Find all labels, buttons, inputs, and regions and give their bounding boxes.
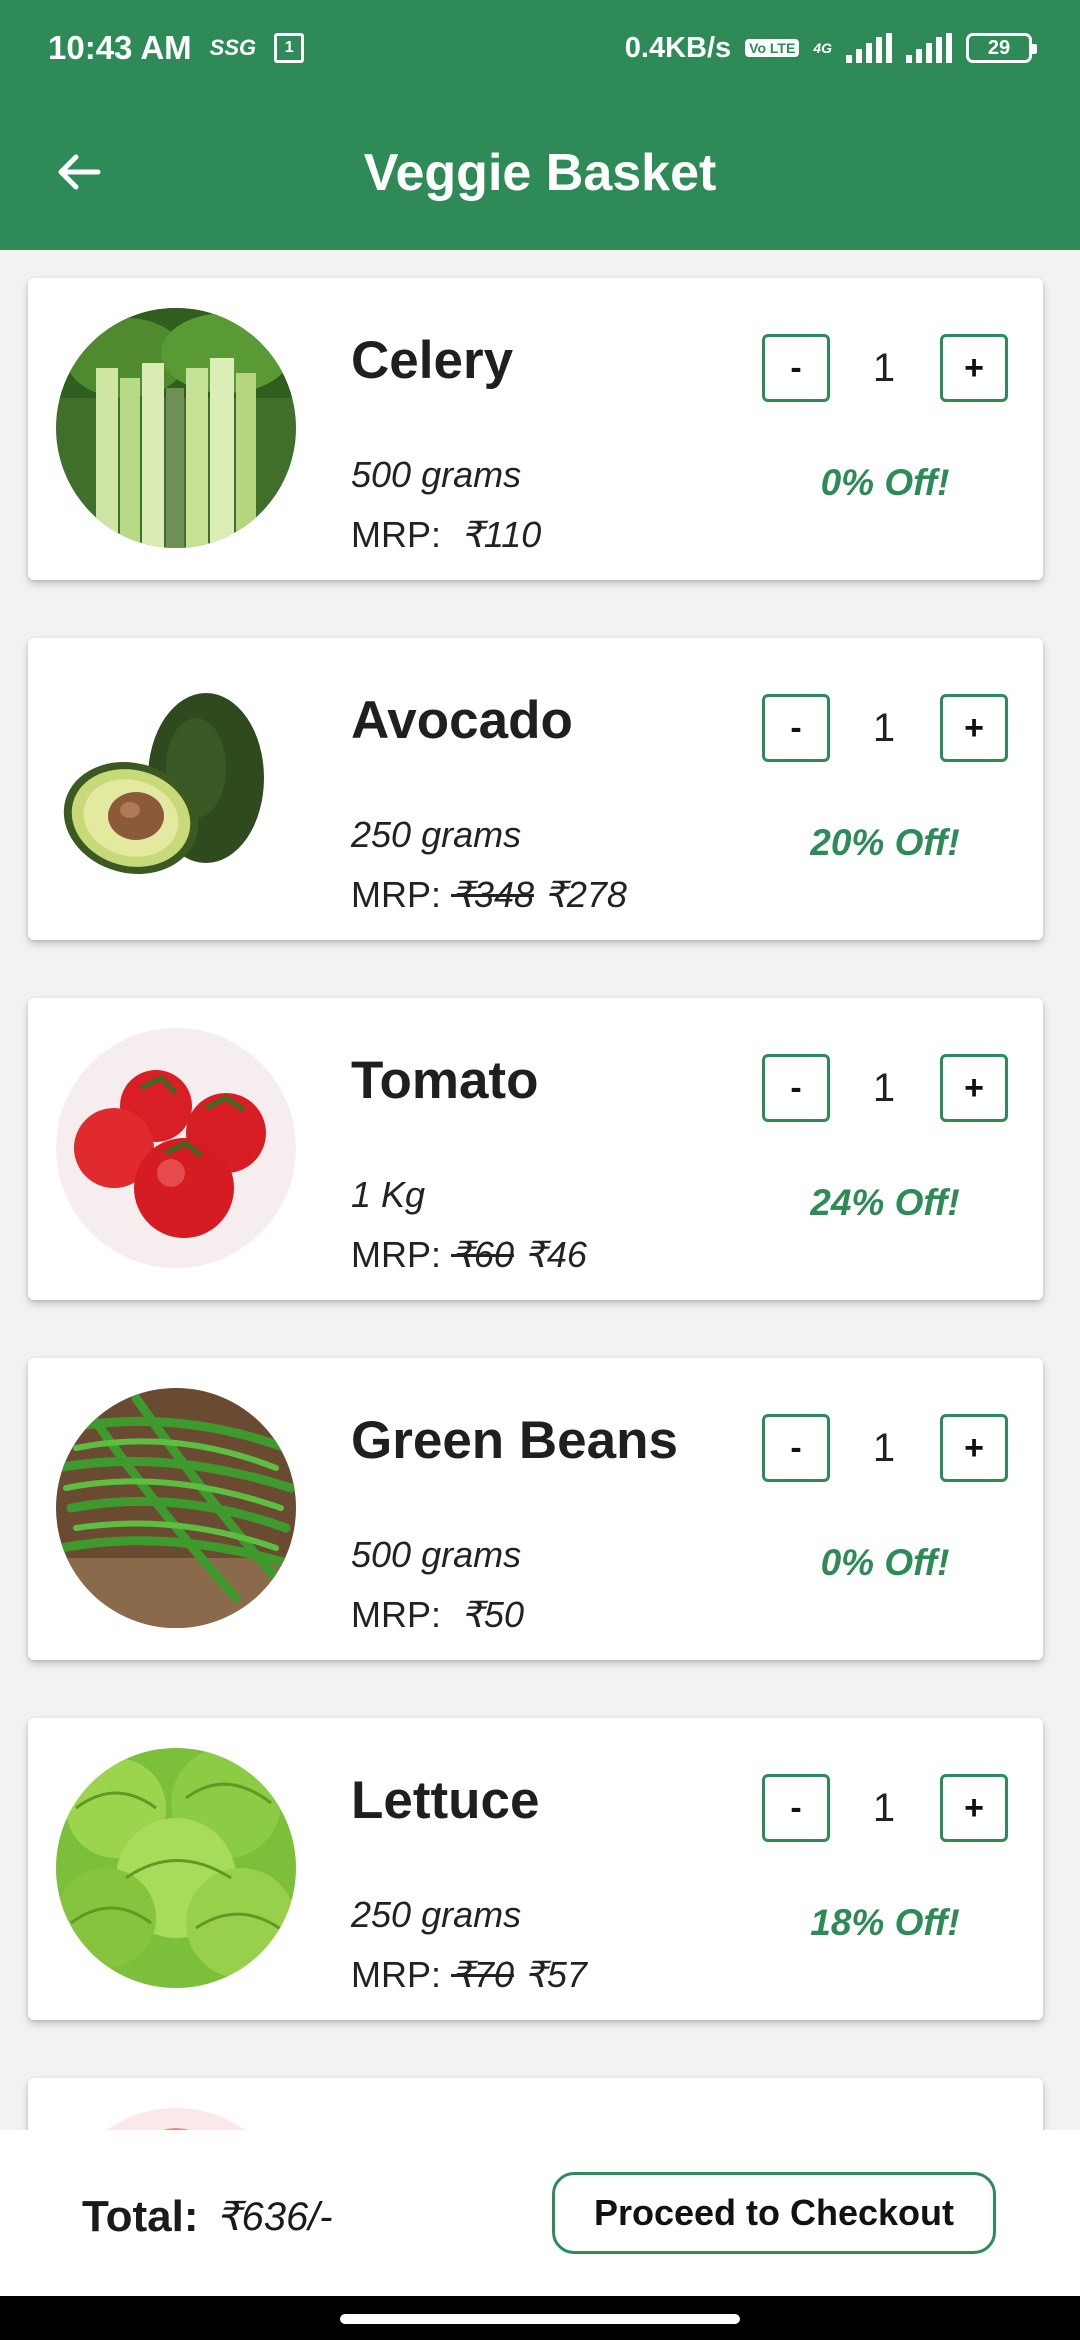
current-price: ₹50 bbox=[461, 1594, 524, 1635]
product-mrp: MRP: ₹348 ₹278 bbox=[351, 874, 627, 916]
current-price: ₹46 bbox=[523, 1234, 587, 1275]
decrease-quantity-button[interactable]: - bbox=[762, 1774, 830, 1842]
increase-quantity-button[interactable]: + bbox=[940, 334, 1008, 402]
increase-quantity-button[interactable]: + bbox=[940, 1414, 1008, 1482]
product-weight: 250 grams bbox=[351, 1894, 522, 1935]
current-price: ₹278 bbox=[543, 874, 627, 915]
quantity-value: 1 bbox=[872, 1786, 896, 1830]
product-mrp: MRP: ₹70 ₹57 bbox=[351, 1954, 587, 1996]
product-name: Green Beans bbox=[351, 1411, 678, 1470]
discount-label: 18% Off! bbox=[810, 1902, 960, 1943]
increase-quantity-button[interactable]: + bbox=[940, 1054, 1008, 1122]
mrp-label: MRP: bbox=[351, 1594, 452, 1635]
quantity-value: 1 bbox=[872, 346, 896, 390]
increase-quantity-button[interactable]: + bbox=[940, 1774, 1008, 1842]
discount-label: 0% Off! bbox=[820, 462, 950, 503]
decrease-quantity-button[interactable]: - bbox=[762, 1414, 830, 1482]
checkout-bar: Total: ₹636/- Proceed to Checkout bbox=[0, 2130, 1080, 2296]
notification-icon: 1 bbox=[274, 33, 305, 63]
quantity-value: 1 bbox=[872, 1066, 896, 1110]
page-title: Veggie Basket bbox=[363, 144, 717, 202]
product-name: Avocado bbox=[351, 691, 573, 750]
discount-label: 24% Off! bbox=[810, 1182, 960, 1223]
product-name: Celery bbox=[351, 331, 514, 390]
old-price: ₹348 bbox=[451, 874, 534, 915]
discount-label: 0% Off! bbox=[820, 1542, 950, 1583]
home-gesture-handle[interactable] bbox=[340, 2314, 740, 2324]
product-name: Lettuce bbox=[351, 1771, 540, 1830]
green-beans-image bbox=[56, 1388, 296, 1628]
status-bar: 10:43 AM SSG 1 0.4KB/s Vo LTE 4G 29 bbox=[0, 0, 1080, 96]
quantity-value: 1 bbox=[872, 1426, 896, 1470]
total-label: Total: bbox=[82, 2192, 199, 2241]
carrier-tag: SSG bbox=[209, 35, 257, 60]
back-button[interactable] bbox=[52, 146, 104, 198]
mrp-label: MRP: bbox=[351, 874, 452, 915]
decrease-quantity-button[interactable]: - bbox=[762, 1054, 830, 1122]
product-weight: 500 grams bbox=[351, 1534, 522, 1575]
celery-image bbox=[56, 308, 296, 548]
discount-label: 20% Off! bbox=[810, 822, 960, 863]
product-card: Avocado 250 grams MRP: ₹348 ₹278 - 1 + 20… bbox=[28, 638, 1043, 940]
volte-icon: Vo LTE bbox=[745, 39, 800, 57]
lettuce-image bbox=[56, 1748, 296, 1988]
product-name: Tomato bbox=[351, 1051, 539, 1110]
product-card: Green Beans 500 grams MRP: ₹50 - 1 + 0% … bbox=[28, 1358, 1043, 1660]
mrp-label: MRP: bbox=[351, 514, 452, 555]
status-time: 10:43 AM bbox=[48, 29, 192, 66]
network-speed: 0.4KB/s bbox=[624, 31, 732, 64]
arrow-left-icon bbox=[58, 154, 101, 190]
network-type: 4G bbox=[813, 39, 832, 56]
product-card: Celery 500 grams MRP: ₹110 - 1 + 0% Off! bbox=[28, 278, 1043, 580]
signal-icon-2 bbox=[906, 33, 952, 63]
mrp-label: MRP: bbox=[351, 1234, 452, 1275]
tomato-image bbox=[56, 1028, 296, 1268]
product-image-partial bbox=[56, 2108, 296, 2130]
system-nav-bar bbox=[0, 2296, 1080, 2340]
decrease-quantity-button[interactable]: - bbox=[762, 694, 830, 762]
increase-quantity-button[interactable]: + bbox=[940, 694, 1008, 762]
product-mrp: MRP: ₹50 bbox=[351, 1594, 524, 1636]
battery-icon: 29 bbox=[966, 33, 1037, 63]
product-card: Tomato 1 Kg MRP: ₹60 ₹46 - 1 + 24% Off! bbox=[28, 998, 1043, 1300]
product-mrp: MRP: ₹60 ₹46 bbox=[351, 1234, 587, 1276]
proceed-to-checkout-button[interactable]: Proceed to Checkout bbox=[552, 2172, 996, 2254]
product-card: Lettuce 250 grams MRP: ₹70 ₹57 - 1 + 18% … bbox=[28, 1718, 1043, 2020]
current-price: ₹57 bbox=[523, 1954, 587, 1995]
app-bar: Veggie Basket bbox=[0, 96, 1080, 250]
product-weight: 500 grams bbox=[351, 454, 522, 495]
total-value: ₹636/- bbox=[216, 2195, 333, 2239]
product-list[interactable]: Celery 500 grams MRP: ₹110 - 1 + 0% Off!… bbox=[0, 250, 1080, 2130]
current-price: ₹110 bbox=[461, 514, 542, 555]
product-weight: 1 Kg bbox=[351, 1174, 426, 1215]
product-weight: 250 grams bbox=[351, 814, 522, 855]
mrp-label: MRP: bbox=[351, 1954, 452, 1995]
signal-icon bbox=[846, 33, 892, 63]
product-card-partial bbox=[28, 2078, 1043, 2130]
old-price: ₹60 bbox=[451, 1234, 514, 1275]
decrease-quantity-button[interactable]: - bbox=[762, 334, 830, 402]
product-mrp: MRP: ₹110 bbox=[351, 514, 541, 556]
quantity-value: 1 bbox=[872, 706, 896, 750]
avocado-image bbox=[56, 668, 296, 908]
old-price: ₹70 bbox=[451, 1954, 514, 1995]
